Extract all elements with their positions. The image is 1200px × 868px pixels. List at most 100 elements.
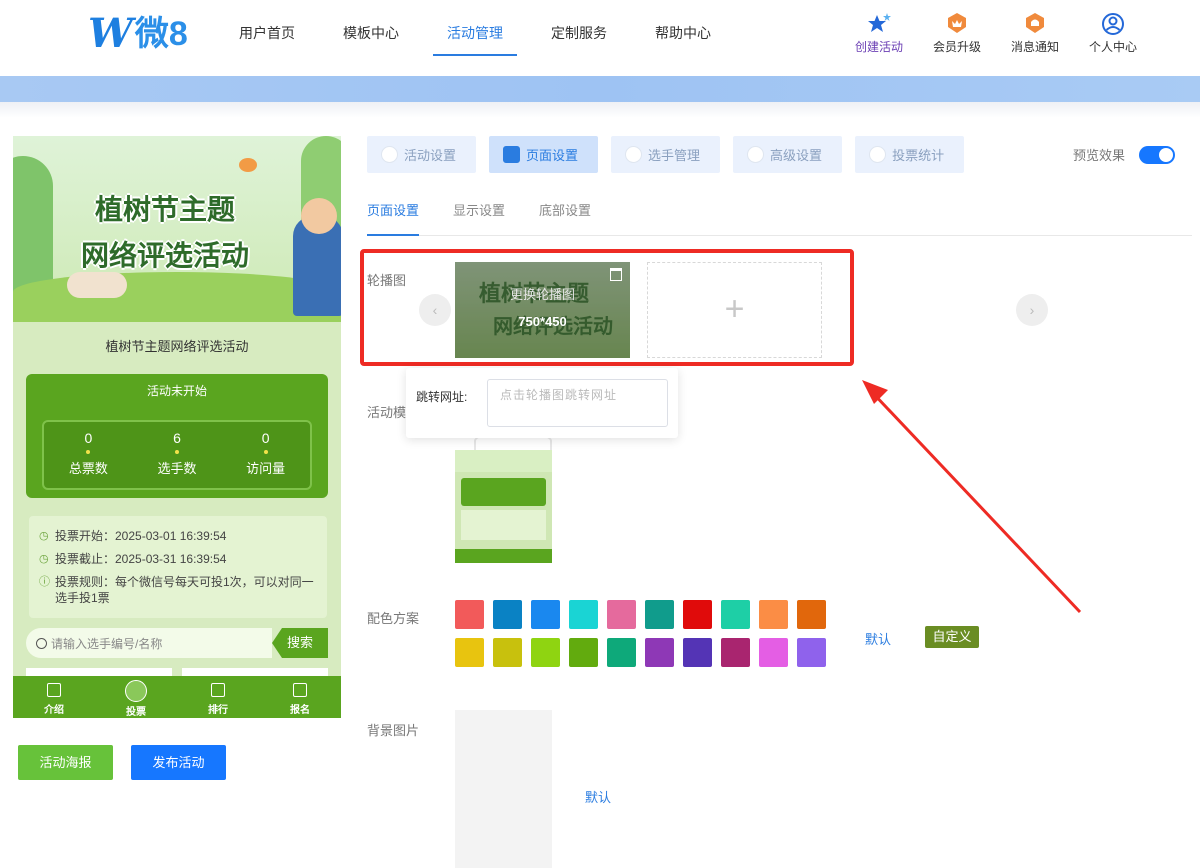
search-input[interactable]: 请输入选手编号/名称 — [26, 628, 272, 658]
vote-start: 投票开始：2025-03-01 16:39:54 — [55, 529, 227, 543]
carousel-next-button[interactable]: › — [1016, 294, 1048, 326]
color-swatch[interactable] — [569, 638, 598, 667]
info-row: ⓘ 投票规则：每个微信号每天可投1次，可以对同一选手投1票 — [39, 574, 319, 606]
activity-status: 活动未开始 — [146, 384, 207, 398]
template-label: 活动模 — [367, 405, 407, 420]
create-activity-button[interactable]: 创建活动 — [840, 12, 918, 55]
notifications-button[interactable]: 消息通知 — [996, 12, 1074, 55]
subtab-footer[interactable]: 底部设置 — [539, 200, 591, 235]
grid-icon — [503, 146, 521, 163]
stat-dot — [86, 450, 91, 454]
link-url-textarea[interactable]: 点击轮播图跳转网址 — [487, 379, 668, 427]
tab-activity-settings[interactable]: 活动设置 — [367, 136, 477, 173]
stats-row: 0 总票数 6 选手数 0 访问量 — [42, 420, 312, 490]
color-swatch[interactable] — [759, 600, 788, 629]
color-swatch[interactable] — [531, 638, 560, 667]
thumb-info — [461, 510, 546, 540]
cat-illustration — [67, 272, 127, 298]
color-swatch[interactable] — [455, 638, 484, 667]
poster-image: 植树节主题 网络评选活动 — [13, 136, 341, 322]
profile-label: 个人中心 — [1088, 40, 1137, 54]
doc-icon — [47, 683, 61, 697]
tab-page-settings[interactable]: 页面设置 — [489, 136, 599, 173]
link-label: 跳转网址: — [416, 390, 468, 404]
tab-label: 介绍 — [44, 705, 64, 716]
nav-templates[interactable]: 模板中心 — [319, 0, 423, 76]
top-header: W 微8 用户首页 模板中心 活动管理 定制服务 帮助中心 创建活动 会员升级 … — [0, 0, 1200, 76]
clock-icon: ◷ — [39, 530, 49, 542]
color-swatch[interactable] — [721, 600, 750, 629]
header-banner — [0, 76, 1200, 102]
tab-ranking[interactable]: 排行 — [177, 676, 259, 718]
subtab-display[interactable]: 显示设置 — [453, 200, 505, 235]
color-swatch[interactable] — [493, 600, 522, 629]
create-activity-label: 创建活动 — [854, 40, 903, 54]
stat-label: 访问量 — [246, 461, 286, 476]
bird-illustration — [239, 158, 257, 172]
thumb-stats — [461, 478, 546, 506]
activity-poster-button[interactable]: 活动海报 — [18, 745, 113, 780]
background-image-preview[interactable] — [455, 710, 552, 868]
preview-switch[interactable] — [1139, 145, 1176, 164]
custom-color-button[interactable]: 自定义 — [925, 626, 979, 648]
profile-button[interactable]: 个人中心 — [1074, 12, 1152, 55]
subtab-page[interactable]: 页面设置 — [367, 200, 420, 236]
publish-activity-button[interactable]: 发布活动 — [131, 745, 226, 780]
color-swatch[interactable] — [531, 600, 560, 629]
tab-label: 选手管理 — [648, 148, 701, 163]
chart-icon — [211, 683, 225, 697]
tab-label: 投票统计 — [892, 148, 945, 163]
link-popover: 跳转网址: 点击轮播图跳转网址 — [406, 368, 678, 438]
search-icon — [36, 637, 47, 649]
template-thumbnail[interactable] — [455, 450, 552, 563]
nav-activity-management[interactable]: 活动管理 — [423, 0, 527, 76]
annotation-arrow — [862, 380, 1082, 614]
nav-custom-service[interactable]: 定制服务 — [527, 0, 631, 76]
tab-label: 活动设置 — [404, 148, 457, 163]
color-swatch[interactable] — [607, 600, 636, 629]
color-swatch[interactable] — [645, 600, 674, 629]
page-settings-subtabs: 页面设置 显示设置 底部设置 — [367, 200, 1192, 236]
color-swatch[interactable] — [721, 638, 750, 667]
color-swatch[interactable] — [645, 638, 674, 667]
banner-shadow — [0, 102, 1200, 118]
logo[interactable]: W 微8 — [88, 12, 188, 56]
poster-title-line1: 植树节主题 — [94, 194, 235, 225]
tab-intro[interactable]: 介绍 — [13, 676, 95, 718]
highlight-frame — [360, 249, 854, 366]
nav-help[interactable]: 帮助中心 — [631, 0, 735, 76]
color-swatch[interactable] — [455, 600, 484, 629]
tab-contestant-management[interactable]: 选手管理 — [611, 136, 721, 173]
nav-home[interactable]: 用户首页 — [215, 0, 319, 76]
color-swatch[interactable] — [797, 600, 826, 629]
color-swatch[interactable] — [683, 600, 712, 629]
color-swatch[interactable] — [683, 638, 712, 667]
heart-icon — [381, 146, 398, 163]
edit-icon — [293, 683, 307, 697]
info-row: ◷ 投票截止：2025-03-31 16:39:54 — [39, 551, 319, 567]
vote-info: ◷ 投票开始：2025-03-01 16:39:54 ◷ 投票截止：2025-0… — [29, 516, 327, 618]
search-placeholder: 请输入选手编号/名称 — [51, 636, 163, 651]
settings-tabs: 活动设置 页面设置 选手管理 高级设置 投票统计 — [367, 136, 977, 173]
tab-vote-statistics[interactable]: 投票统计 — [855, 136, 965, 173]
stat-dot — [175, 450, 179, 454]
preview-toggle: 预览效果 — [1073, 145, 1176, 164]
color-swatch[interactable] — [797, 638, 826, 667]
color-swatch[interactable] — [493, 638, 522, 667]
activity-title: 植树节主题网络评选活动 — [105, 339, 249, 354]
tab-vote[interactable]: 投票 — [95, 676, 177, 718]
default-color-link[interactable]: 默认 — [865, 629, 891, 648]
crown-badge-icon — [948, 13, 966, 33]
tab-advanced-settings[interactable]: 高级设置 — [733, 136, 843, 173]
stars-icon — [868, 13, 891, 32]
color-swatch[interactable] — [759, 638, 788, 667]
user-circle-icon — [1102, 13, 1124, 35]
tab-signup[interactable]: 报名 — [259, 676, 341, 718]
color-swatch[interactable] — [569, 600, 598, 629]
member-upgrade-button[interactable]: 会员升级 — [918, 12, 996, 55]
color-swatches — [455, 600, 835, 676]
default-background-link[interactable]: 默认 — [585, 787, 611, 806]
preview-toggle-label: 预览效果 — [1073, 148, 1126, 163]
color-swatch[interactable] — [607, 638, 636, 667]
search-button[interactable]: 搜索 — [272, 628, 328, 658]
